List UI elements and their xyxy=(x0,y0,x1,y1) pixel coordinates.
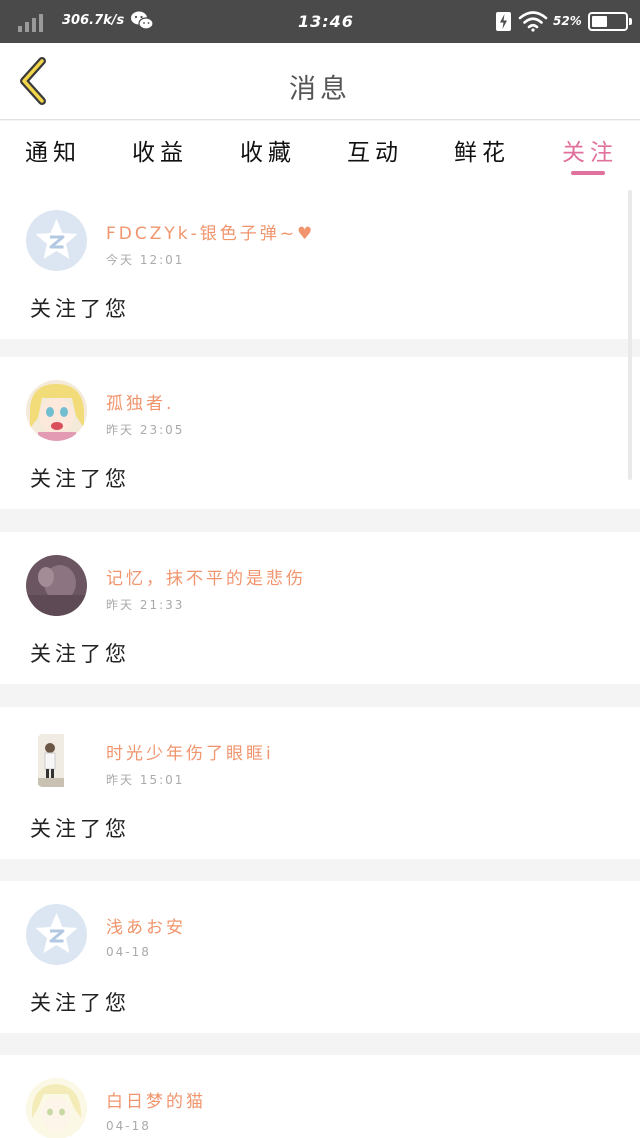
tab-notice[interactable]: 通知 xyxy=(13,133,93,167)
list-item[interactable]: 记忆，抹不平的是悲伤 昨天 21:33 关注了您 xyxy=(0,532,640,684)
network-speed: 306.7k/s xyxy=(62,13,125,28)
page-title: 消息 xyxy=(289,74,351,105)
message-text: 关注了您 xyxy=(30,642,130,666)
message-text: 关注了您 xyxy=(30,991,130,1015)
charging-icon xyxy=(496,12,511,31)
list-item[interactable]: 浅あお安 04-18 关注了您 xyxy=(0,881,640,1033)
timestamp: 今天 12:01 xyxy=(106,253,185,267)
anime-girl-avatar[interactable] xyxy=(26,380,87,441)
list-item[interactable]: FDCZYk-银色子弹~♥ 今天 12:01 关注了您 xyxy=(0,187,640,339)
battery-percent: 52% xyxy=(553,14,582,28)
message-text: 关注了您 xyxy=(30,297,130,321)
timestamp: 昨天 15:01 xyxy=(106,773,185,787)
message-text: 关注了您 xyxy=(30,467,130,491)
battery-icon xyxy=(588,12,632,31)
boy-photo-avatar[interactable] xyxy=(26,730,87,791)
qq-default-avatar[interactable] xyxy=(26,210,87,271)
user-name[interactable]: 时光少年伤了眼眶i xyxy=(106,739,274,764)
tab-favorites[interactable]: 收藏 xyxy=(228,133,308,167)
tab-follows[interactable]: 关注 xyxy=(550,133,630,167)
signal-icon xyxy=(18,12,48,32)
timestamp: 04-18 xyxy=(106,1119,151,1133)
user-name[interactable]: 浅あお安 xyxy=(106,913,186,938)
tab-interactions[interactable]: 互动 xyxy=(335,133,415,167)
wechat-icon xyxy=(131,11,154,30)
timestamp: 昨天 21:33 xyxy=(106,598,185,612)
tab-earnings[interactable]: 收益 xyxy=(120,133,200,167)
dark-photo-avatar[interactable] xyxy=(26,555,87,616)
timestamp: 昨天 23:05 xyxy=(106,423,185,437)
user-name[interactable]: 记忆，抹不平的是悲伤 xyxy=(106,564,306,589)
list-item[interactable]: 时光少年伤了眼眶i 昨天 15:01 关注了您 xyxy=(0,707,640,859)
wifi-icon xyxy=(518,11,548,32)
clock: 13:46 xyxy=(298,12,354,31)
list-item[interactable]: 白日梦的猫 04-18 xyxy=(0,1055,640,1138)
tab-flowers[interactable]: 鲜花 xyxy=(442,133,522,167)
active-tab-indicator xyxy=(571,171,605,175)
scrollbar[interactable] xyxy=(628,190,632,480)
message-text: 关注了您 xyxy=(30,817,130,841)
timestamp: 04-18 xyxy=(106,945,151,959)
qq-default-avatar[interactable] xyxy=(26,904,87,965)
user-name[interactable]: 白日梦的猫 xyxy=(106,1087,206,1112)
user-name[interactable]: FDCZYk-银色子弹~♥ xyxy=(106,219,315,244)
list-item[interactable]: 孤独者. 昨天 23:05 关注了您 xyxy=(0,357,640,509)
status-bar: 306.7k/s 13:46 52% xyxy=(0,0,640,43)
user-name[interactable]: 孤独者. xyxy=(106,389,174,414)
tab-bar: 通知 收益 收藏 互动 鲜花 关注 xyxy=(0,121,640,187)
pale-girl-avatar[interactable] xyxy=(26,1078,87,1138)
app-header: 消息 xyxy=(0,43,640,120)
